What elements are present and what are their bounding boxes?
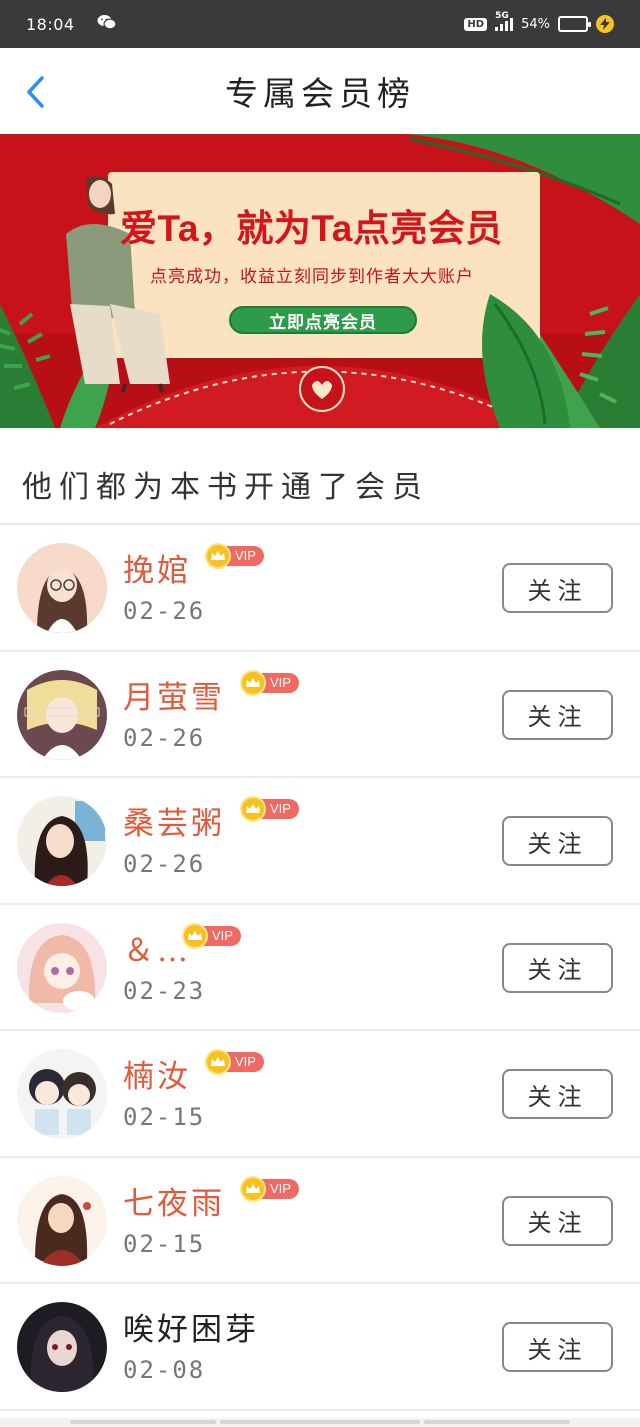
vip-badge: VIP [240, 796, 299, 822]
crown-icon [240, 1175, 266, 1202]
avatar[interactable] [17, 669, 107, 760]
scroll-segment [70, 1420, 216, 1424]
avatar[interactable] [17, 922, 107, 1013]
follow-button[interactable]: 关注 [502, 563, 613, 613]
member-name[interactable]: ＆… [123, 925, 191, 970]
header: 专属会员榜 [0, 48, 640, 134]
bottom-edge [0, 1418, 640, 1427]
banner-title: 爱Ta，就为Ta点亮会员 [120, 208, 503, 249]
follow-button[interactable]: 关注 [502, 1069, 613, 1119]
vip-badge: VIP [205, 1049, 264, 1075]
status-time: 18:04 [26, 14, 75, 34]
follow-button[interactable]: 关注 [502, 1195, 613, 1246]
crown-icon [205, 543, 231, 569]
scroll-segment [424, 1420, 570, 1424]
charging-icon [596, 15, 614, 33]
member-name[interactable]: 挽婠 [123, 545, 191, 590]
member-name[interactable]: 唉好困芽 [123, 1304, 259, 1349]
crown-icon [205, 1049, 231, 1075]
vip-badge: VIP [240, 669, 299, 696]
crown-icon [182, 922, 208, 949]
member-date: 02-26 [123, 850, 206, 878]
hd-badge: HD [464, 17, 488, 31]
member-name[interactable]: 七夜雨 [123, 1178, 225, 1223]
avatar[interactable] [17, 796, 107, 886]
crown-icon [240, 796, 266, 822]
member-date: 02-26 [123, 597, 206, 625]
member-name[interactable]: 桑芸粥 [123, 798, 225, 843]
avatar[interactable] [17, 1049, 107, 1139]
follow-button[interactable]: 关注 [502, 816, 613, 866]
battery-percent: 54% [521, 16, 550, 32]
member-name[interactable]: 月萤雪 [123, 672, 225, 717]
promo-banner[interactable]: 爱Ta，就为Ta点亮会员 点亮成功，收益立刻同步到作者大大账户 立即点亮会员 [0, 134, 640, 428]
list-item[interactable]: 月萤雪 VIP 02-26 关注 [0, 652, 640, 778]
follow-button[interactable]: 关注 [502, 942, 613, 993]
list-item[interactable]: ＆… VIP 02-23 关注 [0, 905, 640, 1031]
member-date: 02-15 [123, 1229, 206, 1258]
vip-badge: VIP [205, 543, 264, 569]
member-date: 02-26 [123, 723, 206, 752]
avatar[interactable] [17, 543, 107, 633]
member-date: 02-15 [123, 1103, 206, 1131]
banner-subtitle: 点亮成功，收益立刻同步到作者大大账户 [150, 267, 474, 286]
vip-badge: VIP [240, 1175, 299, 1202]
list-item[interactable]: 桑芸粥 VIP 02-26 关注 [0, 778, 640, 905]
scroll-segment [220, 1420, 420, 1424]
network-type: 5G [495, 11, 509, 21]
list-item[interactable]: 唉好困芽 02-08 关注 [0, 1284, 640, 1411]
wechat-icon [97, 14, 117, 34]
page-title: 专属会员榜 [225, 74, 415, 113]
list-item[interactable]: 七夜雨 VIP 02-15 关注 [0, 1158, 640, 1284]
status-bar: 18:04 HD 5G 54% [0, 0, 640, 48]
avatar[interactable] [17, 1302, 107, 1392]
battery-icon [558, 16, 591, 32]
list-item[interactable]: 挽婠 VIP 02-26 关注 [0, 525, 640, 652]
follow-button[interactable]: 关注 [502, 1322, 613, 1372]
list-item[interactable]: 楠汝 VIP 02-15 关注 [0, 1031, 640, 1158]
activate-vip-button[interactable]: 立即点亮会员 [229, 306, 417, 334]
member-list: 挽婠 VIP 02-26 关注 月萤雪 VIP 02-26 关注 桑芸粥 VIP… [0, 525, 640, 1411]
crown-icon [240, 669, 266, 696]
section-title: 他们都为本书开通了会员 [22, 470, 429, 505]
follow-button[interactable]: 关注 [502, 689, 613, 740]
vip-badge: VIP [182, 922, 241, 949]
chevron-left-icon [27, 76, 44, 108]
member-date: 02-08 [123, 1356, 206, 1384]
avatar[interactable] [17, 1175, 107, 1266]
member-name[interactable]: 楠汝 [123, 1051, 191, 1096]
member-date: 02-23 [123, 976, 206, 1005]
back-button[interactable] [20, 74, 50, 110]
signal-icon: 5G [495, 11, 514, 31]
